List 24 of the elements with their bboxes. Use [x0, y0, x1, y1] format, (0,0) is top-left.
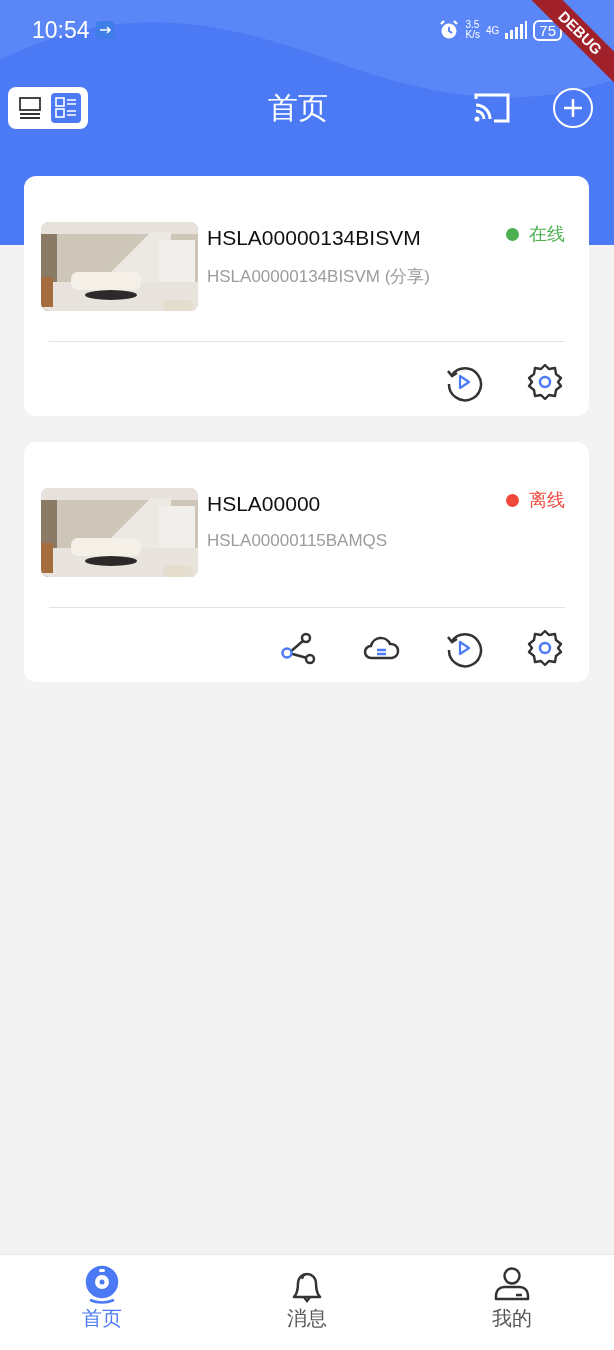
add-icon[interactable]	[552, 87, 594, 129]
tab-item[interactable]: 首页	[57, 1255, 148, 1350]
settings-icon[interactable]	[525, 362, 565, 402]
tab-item[interactable]: 消息	[262, 1255, 352, 1350]
device-name: HSLA00000134BISVM	[207, 226, 422, 250]
page-title: 首页	[268, 88, 328, 127]
card-view-icon[interactable]	[51, 93, 81, 123]
view-mode-switch[interactable]	[8, 87, 88, 129]
device-card[interactable]: HSLA00000134BISVM HSLA00000134BISVM (分享) 在线	[24, 176, 589, 416]
status-label: 在线	[529, 222, 565, 246]
signal-icon	[505, 21, 528, 39]
device-card[interactable]: HSLA00000 HSLA00000115BAMQS 离线	[24, 442, 589, 682]
tab-item[interactable]: 我的	[466, 1255, 557, 1350]
settings-icon[interactable]	[525, 628, 565, 668]
clock-time: 10:54	[32, 16, 90, 44]
device-id: HSLA00000134BISVM (分享)	[207, 266, 431, 288]
camera-icon	[84, 1265, 121, 1305]
network-type: 4G	[485, 24, 500, 36]
usb-icon	[95, 21, 114, 39]
device-id: HSLA00000115BAMQS	[207, 531, 389, 551]
network-speed: 3.5 K/s	[465, 20, 480, 40]
device-name: HSLA00000	[207, 492, 322, 516]
cast-icon[interactable]	[472, 91, 512, 125]
status-label: 离线	[529, 488, 565, 512]
